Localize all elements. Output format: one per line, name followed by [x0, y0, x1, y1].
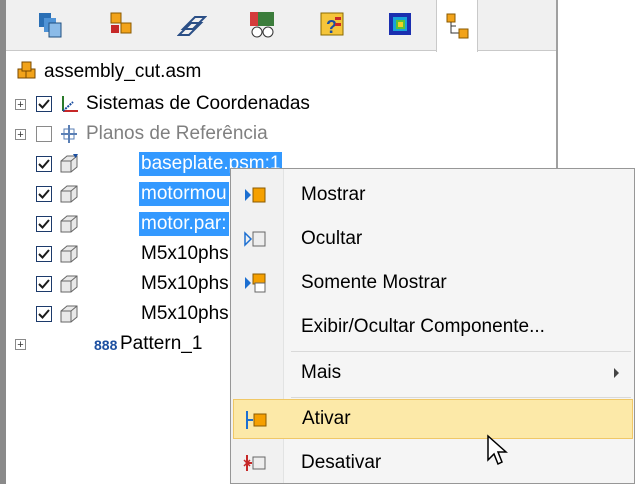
visibility-checkbox[interactable]	[36, 246, 52, 262]
svg-text:888: 888	[94, 337, 118, 353]
menu-separator	[291, 351, 631, 352]
tree-item-reference-planes[interactable]: + Planos de Referência	[6, 120, 546, 148]
submenu-arrow-icon	[614, 368, 619, 378]
layers-icon[interactable]	[172, 4, 212, 44]
expand-icon[interactable]: +	[15, 129, 26, 141]
visibility-checkbox[interactable]	[36, 126, 52, 142]
visibility-checkbox[interactable]	[36, 306, 52, 322]
hide-icon	[243, 227, 267, 251]
show-icon	[243, 183, 267, 207]
tree-item-label: motormou	[139, 182, 229, 206]
menu-item-deactivate[interactable]: Desativar	[233, 443, 633, 483]
part-icon	[58, 273, 80, 295]
sheet-metal-part-icon	[58, 153, 80, 175]
color-map-icon[interactable]	[380, 4, 420, 44]
tree-item-label: M5x10phs	[141, 273, 229, 294]
part-icon	[58, 303, 80, 325]
context-menu: Mostrar Ocultar Somente Mostrar Exibir/O…	[230, 168, 635, 484]
tree-item-label: Planos de Referência	[86, 123, 268, 144]
pattern-icon: 888	[94, 333, 118, 355]
sensors-icon[interactable]	[242, 4, 282, 44]
assembly-tree-icon[interactable]	[436, 0, 478, 52]
assembly-icon	[16, 60, 38, 82]
deactivate-icon	[243, 451, 267, 475]
assembly-pathfinder-icon[interactable]	[30, 4, 70, 44]
part-icon	[58, 183, 80, 205]
expand-icon[interactable]: +	[15, 99, 26, 111]
visibility-checkbox[interactable]	[36, 186, 52, 202]
menu-item-show[interactable]: Mostrar	[233, 175, 633, 215]
menu-item-activate[interactable]: Ativar	[233, 399, 633, 439]
menu-separator	[291, 397, 631, 398]
visibility-checkbox[interactable]	[36, 276, 52, 292]
tree-item-label: Sistemas de Coordenadas	[86, 93, 310, 114]
show-only-icon	[243, 271, 267, 295]
menu-item-hide[interactable]: Ocultar	[233, 219, 633, 259]
expand-icon[interactable]: +	[15, 339, 26, 351]
tree-item-label: Pattern_1	[120, 333, 203, 354]
parts-library-icon[interactable]	[102, 4, 142, 44]
part-icon	[58, 213, 80, 235]
reference-plane-icon	[58, 123, 80, 145]
menu-item-show-hide-component[interactable]: Exibir/Ocultar Componente...	[233, 307, 633, 347]
activate-icon	[244, 408, 268, 432]
coordinate-system-icon	[58, 93, 80, 115]
mouse-cursor-icon	[487, 434, 508, 466]
tree-root-label: assembly_cut.asm	[44, 61, 202, 82]
menu-item-show-only[interactable]: Somente Mostrar	[233, 263, 633, 303]
tree-root-row[interactable]: assembly_cut.asm	[6, 58, 546, 86]
tree-item-label: M5x10phs	[141, 303, 229, 324]
tree-item-coordinate-systems[interactable]: + Sistemas de Coordenadas	[6, 90, 546, 118]
menu-item-more[interactable]: Mais	[233, 353, 633, 393]
pathfinder-tab-bar: ?	[6, 0, 556, 52]
tree-item-label: motor.par:	[139, 212, 229, 236]
visibility-checkbox[interactable]	[36, 96, 52, 112]
visibility-checkbox[interactable]	[36, 156, 52, 172]
visibility-checkbox[interactable]	[36, 216, 52, 232]
tree-item-label: M5x10phs	[141, 243, 229, 264]
application-window: ? assembly_cut.asm + Sistemas de Coorden…	[0, 0, 635, 484]
part-icon	[58, 243, 80, 265]
properties-icon[interactable]: ?	[312, 4, 352, 44]
